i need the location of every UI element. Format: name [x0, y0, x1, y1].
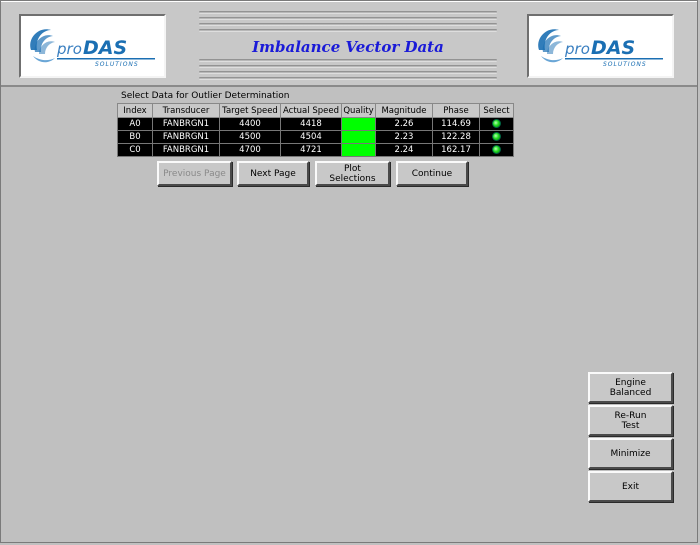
- rerun-test-label: Re-Run Test: [614, 410, 647, 431]
- table-caption: Select Data for Outlier Determination: [121, 91, 290, 101]
- table-row: A0 FANBRGN1 4400 4418 2.26 114.69: [117, 117, 514, 131]
- cell-phase: 122.28: [432, 130, 480, 144]
- col-header-phase: Phase: [432, 103, 480, 118]
- minimize-button[interactable]: Minimize: [588, 438, 673, 469]
- svg-text:pro: pro: [56, 40, 82, 58]
- col-header-magnitude: Magnitude: [375, 103, 433, 118]
- page-title: Imbalance Vector Data: [252, 38, 444, 56]
- svg-text:pro: pro: [564, 40, 590, 58]
- cell-target-speed: 4400: [219, 117, 281, 131]
- previous-page-button[interactable]: Previous Page: [157, 161, 232, 186]
- cell-target-speed: 4700: [219, 143, 281, 157]
- col-header-actual-speed: Actual Speed: [280, 103, 342, 118]
- cell-quality-indicator: [341, 143, 376, 157]
- select-led-icon[interactable]: [492, 145, 501, 154]
- header-bar: pro DAS SOLUTIONS Imbalance Vector Data …: [1, 1, 697, 87]
- next-page-label: Next Page: [250, 168, 296, 179]
- cell-magnitude: 2.23: [375, 130, 433, 144]
- exit-label: Exit: [621, 481, 640, 492]
- svg-text:SOLUTIONS: SOLUTIONS: [95, 61, 139, 68]
- imbalance-table: Index Transducer Target Speed Actual Spe…: [117, 103, 514, 157]
- cell-select[interactable]: [479, 143, 514, 157]
- cell-actual-speed: 4721: [280, 143, 342, 157]
- select-led-icon[interactable]: [492, 132, 501, 141]
- table-header-row: Index Transducer Target Speed Actual Spe…: [117, 103, 514, 118]
- col-header-transducer: Transducer: [152, 103, 220, 118]
- engine-balanced-label: Engine Balanced: [609, 377, 652, 398]
- cell-magnitude: 2.26: [375, 117, 433, 131]
- cell-target-speed: 4500: [219, 130, 281, 144]
- cell-index: B0: [117, 130, 153, 144]
- col-header-target-speed: Target Speed: [219, 103, 281, 118]
- col-header-index: Index: [117, 103, 153, 118]
- continue-label: Continue: [411, 168, 453, 179]
- cell-index: C0: [117, 143, 153, 157]
- prodas-logo-right: pro DAS SOLUTIONS: [527, 14, 674, 78]
- exit-button[interactable]: Exit: [588, 471, 673, 502]
- prodas-logo-icon: pro DAS SOLUTIONS: [30, 29, 155, 68]
- engine-balanced-button[interactable]: Engine Balanced: [588, 372, 673, 403]
- cell-select[interactable]: [479, 130, 514, 144]
- col-header-quality: Quality: [341, 103, 376, 118]
- prodas-logo-left: pro DAS SOLUTIONS: [19, 14, 166, 78]
- svg-text:DAS: DAS: [591, 37, 635, 59]
- cell-transducer: FANBRGN1: [152, 117, 220, 131]
- cell-transducer: FANBRGN1: [152, 130, 220, 144]
- cell-actual-speed: 4504: [280, 130, 342, 144]
- cell-quality-indicator: [341, 117, 376, 131]
- header-stripes-bottom: [199, 59, 497, 83]
- continue-button[interactable]: Continue: [396, 161, 468, 186]
- prodas-logo-icon: pro DAS SOLUTIONS: [538, 29, 663, 68]
- plot-selections-button[interactable]: Plot Selections: [315, 161, 390, 186]
- cell-index: A0: [117, 117, 153, 131]
- cell-phase: 114.69: [432, 117, 480, 131]
- next-page-button[interactable]: Next Page: [237, 161, 309, 186]
- cell-actual-speed: 4418: [280, 117, 342, 131]
- table-row: C0 FANBRGN1 4700 4721 2.24 162.17: [117, 143, 514, 157]
- col-header-select: Select: [479, 103, 514, 118]
- table-row: B0 FANBRGN1 4500 4504 2.23 122.28: [117, 130, 514, 144]
- svg-text:SOLUTIONS: SOLUTIONS: [603, 61, 647, 68]
- cell-select[interactable]: [479, 117, 514, 131]
- minimize-label: Minimize: [610, 448, 651, 459]
- rerun-test-button[interactable]: Re-Run Test: [588, 405, 673, 436]
- svg-text:DAS: DAS: [83, 37, 127, 59]
- cell-magnitude: 2.24: [375, 143, 433, 157]
- cell-phase: 162.17: [432, 143, 480, 157]
- cell-transducer: FANBRGN1: [152, 143, 220, 157]
- select-led-icon[interactable]: [492, 119, 501, 128]
- plot-selections-label: Plot Selections: [329, 163, 376, 184]
- cell-quality-indicator: [341, 130, 376, 144]
- previous-page-label: Previous Page: [163, 168, 226, 179]
- header-stripes-top: [199, 11, 497, 35]
